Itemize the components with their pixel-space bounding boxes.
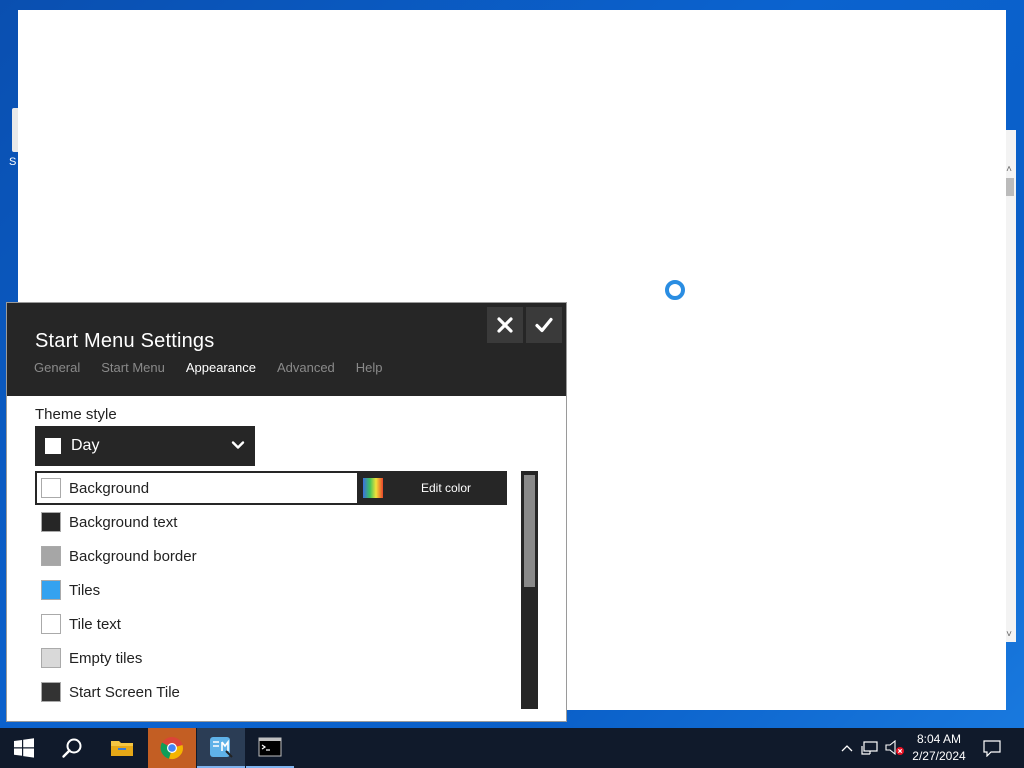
taskbar-chrome[interactable] [148, 728, 196, 768]
color-item-background-border[interactable]: Background border [35, 539, 507, 573]
settings-title: Start Menu Settings [35, 330, 215, 352]
color-item-label: Tiles [69, 581, 101, 599]
close-button[interactable] [487, 307, 523, 343]
taskbar-command-prompt[interactable] [246, 728, 294, 768]
color-item-tile-text[interactable]: Tile text [35, 607, 507, 641]
color-swatch [41, 648, 61, 668]
command-prompt-icon [258, 737, 282, 757]
scrollbar-thumb[interactable] [524, 475, 535, 587]
scroll-up-icon[interactable]: ˄ [1006, 164, 1012, 175]
start-menu-settings-panel: Start Menu Settings General Start Menu A… [6, 302, 567, 722]
volume-button[interactable] [884, 728, 906, 768]
color-item-empty-tiles[interactable]: Empty tiles [35, 641, 507, 675]
taskbar-start-menu-app[interactable] [197, 728, 245, 768]
color-swatch [41, 546, 61, 566]
taskbar-clock[interactable]: 8:04 AM 2/27/2024 [908, 731, 970, 765]
color-gradient-icon [363, 478, 383, 498]
theme-style-label: Theme style [35, 406, 117, 423]
tab-general[interactable]: General [34, 360, 80, 375]
search-button[interactable] [48, 728, 96, 768]
color-swatch [41, 580, 61, 600]
color-item-start-screen-tile[interactable]: Start Screen Tile [35, 675, 507, 709]
taskbar: 8:04 AM 2/27/2024 [0, 728, 1024, 768]
color-item-label: Empty tiles [69, 649, 143, 667]
color-item-background-text[interactable]: Background text [35, 505, 507, 539]
chrome-icon [160, 737, 183, 759]
edit-color-label: Edit color [421, 481, 472, 495]
search-icon [62, 738, 82, 758]
loading-spinner-icon [665, 280, 685, 300]
color-swatch [41, 614, 61, 634]
tab-advanced[interactable]: Advanced [277, 360, 335, 375]
scroll-down-icon[interactable]: ˅ [1006, 629, 1012, 640]
settings-tabs: General Start Menu Appearance Advanced H… [34, 360, 404, 375]
desktop-shortcut[interactable]: S [0, 100, 20, 170]
theme-style-dropdown[interactable]: Day [35, 426, 255, 466]
color-item-label: Background text [69, 513, 178, 531]
start-button[interactable] [0, 728, 48, 768]
color-item-background[interactable]: Background Edit color [35, 471, 507, 505]
theme-swatch [45, 438, 61, 454]
color-item-label: Background border [69, 547, 197, 565]
notification-icon [983, 740, 1001, 757]
checkmark-icon [535, 317, 553, 333]
color-item-label: Start Screen Tile [69, 683, 180, 701]
windows-logo-icon [14, 738, 34, 758]
color-item-label: Tile text [69, 615, 121, 633]
network-icon [861, 741, 878, 755]
chevron-down-icon [231, 441, 245, 449]
clock-time: 8:04 AM [916, 732, 962, 746]
color-swatch [41, 512, 61, 532]
color-swatch [41, 478, 61, 498]
tab-start-menu[interactable]: Start Menu [101, 360, 165, 375]
taskbar-file-explorer[interactable] [98, 728, 146, 768]
color-list: Background Edit color Background text Ba… [35, 471, 507, 709]
edit-color-button[interactable]: Edit color [357, 471, 507, 505]
theme-style-value: Day [71, 437, 100, 454]
scrollbar-thumb[interactable] [1006, 178, 1014, 196]
start-menu-app-icon [210, 737, 233, 758]
chevron-up-icon [841, 745, 853, 752]
tab-help[interactable]: Help [356, 360, 383, 375]
volume-muted-icon [885, 740, 904, 756]
color-item-tiles[interactable]: Tiles [35, 573, 507, 607]
ok-button[interactable] [526, 307, 562, 343]
clock-date: 2/27/2024 [912, 749, 966, 763]
notifications-button[interactable] [978, 728, 1006, 768]
settings-header: Start Menu Settings General Start Menu A… [7, 303, 566, 396]
color-item-label: Background [69, 479, 150, 497]
desktop-shortcut-label: S [9, 156, 17, 168]
network-button[interactable] [860, 728, 880, 768]
color-list-scrollbar[interactable] [521, 471, 538, 709]
tab-appearance[interactable]: Appearance [186, 360, 256, 375]
show-hidden-icons-button[interactable] [838, 728, 856, 768]
folder-icon [111, 741, 133, 756]
close-icon [497, 317, 513, 333]
color-swatch [41, 682, 61, 702]
